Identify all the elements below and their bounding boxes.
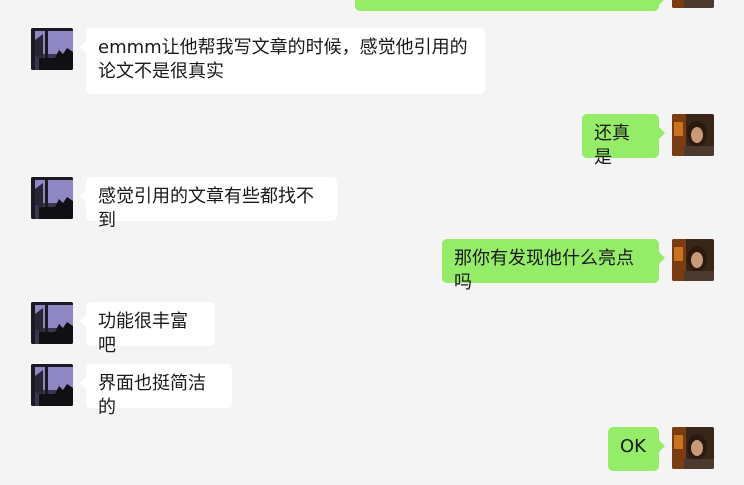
my-avatar[interactable] — [672, 239, 714, 281]
incoming-message-bubble[interactable]: 界面也挺简洁的 — [80, 364, 232, 418]
outgoing-message-bubble[interactable]: 还真是 — [582, 114, 665, 168]
my-avatar[interactable] — [672, 114, 714, 156]
my-avatar[interactable] — [672, 427, 714, 469]
window-silhouette-avatar-icon — [31, 177, 73, 219]
window-silhouette-avatar-icon — [31, 28, 73, 70]
contact-avatar[interactable] — [31, 364, 73, 406]
message-text: 还真是 — [594, 123, 630, 168]
message-text: OK — [620, 436, 646, 457]
my-avatar[interactable] — [672, 0, 714, 8]
person-portrait-avatar-icon — [672, 239, 714, 281]
window-silhouette-avatar-icon — [31, 302, 73, 344]
incoming-message-bubble[interactable]: 功能很丰富吧 — [80, 302, 215, 356]
outgoing-message-bubble[interactable]: OK — [608, 427, 665, 471]
person-portrait-avatar-icon — [672, 114, 714, 156]
chat-message-list[interactable]: emmm让他帮我写文章的时候，感觉他引用的论文不是很真实 还真是 感觉引用的文章… — [0, 0, 744, 485]
incoming-message-bubble[interactable]: emmm让他帮我写文章的时候，感觉他引用的论文不是很真实 — [80, 28, 485, 94]
person-portrait-avatar-icon — [672, 0, 714, 8]
contact-avatar[interactable] — [31, 177, 73, 219]
contact-avatar[interactable] — [31, 28, 73, 70]
window-silhouette-avatar-icon — [31, 364, 73, 406]
contact-avatar[interactable] — [31, 302, 73, 344]
person-portrait-avatar-icon — [672, 427, 714, 469]
message-text: 那你有发现他什么亮点吗 — [454, 248, 634, 293]
message-text: 功能很丰富吧 — [98, 311, 188, 356]
outgoing-message-bubble[interactable]: 那你有发现他什么亮点吗 — [442, 239, 665, 293]
incoming-message-bubble[interactable]: 感觉引用的文章有些都找不到 — [80, 177, 337, 231]
message-text: 界面也挺简洁的 — [98, 373, 206, 418]
outgoing-message-bubble[interactable] — [355, 0, 665, 11]
message-text: emmm让他帮我写文章的时候，感觉他引用的论文不是很真实 — [98, 37, 468, 82]
message-text: 感觉引用的文章有些都找不到 — [98, 186, 314, 231]
